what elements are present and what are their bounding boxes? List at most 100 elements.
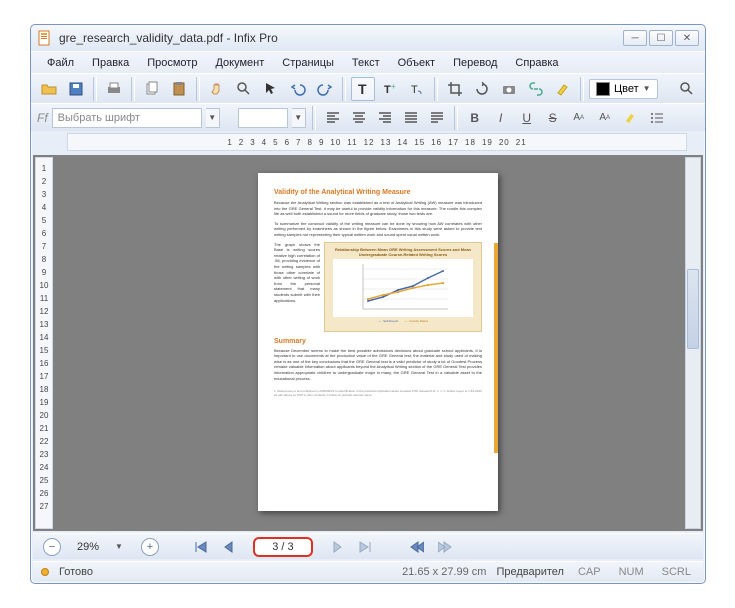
status-bar: Готово 21.65 x 27.99 cm Предварител CAP … bbox=[33, 561, 703, 581]
align-center-button[interactable] bbox=[348, 107, 370, 129]
align-justify-button[interactable] bbox=[400, 107, 422, 129]
document-canvas[interactable]: Validity of the Analytical Writing Measu… bbox=[53, 155, 703, 531]
first-page-button[interactable] bbox=[191, 538, 211, 556]
zoom-tool[interactable] bbox=[232, 77, 256, 101]
workarea: 1234567891011121314151617181920212223242… bbox=[33, 155, 703, 531]
doc-footnote: 1. References to text published in 2020/… bbox=[274, 389, 482, 397]
status-num: NUM bbox=[615, 566, 648, 578]
page-indicator[interactable]: 3 / 3 bbox=[253, 537, 313, 557]
menu-file[interactable]: Файл bbox=[39, 54, 82, 72]
strike-button[interactable]: S bbox=[542, 107, 564, 129]
align-right-button[interactable] bbox=[374, 107, 396, 129]
zoom-out-button[interactable]: − bbox=[43, 538, 61, 556]
italic-button[interactable]: I bbox=[490, 107, 512, 129]
doc-para-1: Because the Analytical Writing section w… bbox=[274, 200, 482, 217]
window-controls: ─ ☐ ✕ bbox=[623, 30, 699, 46]
menubar: Файл Правка Просмотр Документ Страницы Т… bbox=[31, 51, 705, 73]
chart-legend: Self-Report Faculty Rated bbox=[329, 319, 477, 323]
font-family-dropdown[interactable]: ▼ bbox=[206, 108, 220, 128]
save-button[interactable] bbox=[64, 77, 88, 101]
undo-button[interactable] bbox=[286, 77, 310, 101]
hand-tool[interactable] bbox=[205, 77, 229, 101]
minimize-button[interactable]: ─ bbox=[623, 30, 647, 46]
font-family-select[interactable]: Выбрать шрифт bbox=[52, 108, 202, 128]
menu-text[interactable]: Текст bbox=[344, 54, 388, 72]
text-tool[interactable]: T bbox=[351, 77, 375, 101]
status-ready: Готово bbox=[59, 566, 93, 578]
rotate-tool[interactable] bbox=[470, 77, 494, 101]
back-view-button[interactable] bbox=[407, 538, 427, 556]
zoom-dropdown[interactable]: ▼ bbox=[115, 542, 123, 551]
font-size-dropdown[interactable]: ▼ bbox=[292, 108, 306, 128]
menu-pages[interactable]: Страницы bbox=[274, 54, 342, 72]
status-scrl: SCRL bbox=[658, 566, 695, 578]
text-linked-tool[interactable]: T bbox=[405, 77, 429, 101]
vertical-scrollbar[interactable] bbox=[685, 157, 701, 529]
copy-button[interactable] bbox=[140, 77, 164, 101]
chart-title: Relationship Between Mean GRE Writing As… bbox=[329, 247, 477, 257]
crop-tool[interactable] bbox=[443, 77, 467, 101]
app-icon bbox=[37, 30, 53, 46]
close-button[interactable]: ✕ bbox=[675, 30, 699, 46]
font-icon: Ff bbox=[37, 111, 48, 125]
camera-tool[interactable] bbox=[497, 77, 521, 101]
font-toolbar: Ff Выбрать шрифт ▼ ▼ B I U S AA AA bbox=[31, 103, 705, 131]
titlebar[interactable]: gre_research_validity_data.pdf - Infix P… bbox=[31, 25, 705, 51]
color-label: Цвет bbox=[614, 83, 639, 95]
menu-translate[interactable]: Перевод bbox=[445, 54, 505, 72]
page-accent-bar bbox=[494, 243, 498, 453]
print-button[interactable] bbox=[102, 77, 126, 101]
align-justify-last-button[interactable] bbox=[426, 107, 448, 129]
open-button[interactable] bbox=[37, 77, 61, 101]
window-title: gre_research_validity_data.pdf - Infix P… bbox=[59, 31, 623, 45]
svg-text:T: T bbox=[384, 84, 391, 96]
zoom-in-button[interactable]: + bbox=[141, 538, 159, 556]
subscript-button[interactable]: AA bbox=[594, 107, 616, 129]
vertical-ruler: 1234567891011121314151617181920212223242… bbox=[35, 157, 53, 529]
menu-object[interactable]: Объект bbox=[390, 54, 443, 72]
menu-help[interactable]: Справка bbox=[507, 54, 566, 72]
last-page-button[interactable] bbox=[355, 538, 375, 556]
doc-para-left: The graph shows the Base is writing scor… bbox=[274, 242, 320, 328]
navigation-bar: − 29% ▼ + 3 / 3 bbox=[33, 533, 703, 559]
doc-para-2: To summarize the construct validity of t… bbox=[274, 221, 482, 238]
pdf-page[interactable]: Validity of the Analytical Writing Measu… bbox=[258, 173, 498, 511]
paste-button[interactable] bbox=[167, 77, 191, 101]
underline-button[interactable]: U bbox=[516, 107, 538, 129]
status-cap: CAP bbox=[574, 566, 605, 578]
doc-para-summary: Because December seems to make the best … bbox=[274, 348, 482, 382]
redo-button[interactable] bbox=[313, 77, 337, 101]
doc-heading-1: Validity of the Analytical Writing Measu… bbox=[274, 189, 482, 196]
status-preview[interactable]: Предварител bbox=[496, 566, 564, 578]
text-plus-tool[interactable]: T+ bbox=[378, 77, 402, 101]
color-picker[interactable]: Цвет ▼ bbox=[589, 79, 658, 99]
highlight-text-button[interactable] bbox=[620, 107, 642, 129]
maximize-button[interactable]: ☐ bbox=[649, 30, 673, 46]
forward-view-button[interactable] bbox=[435, 538, 455, 556]
menu-document[interactable]: Документ bbox=[207, 54, 272, 72]
svg-text:T: T bbox=[411, 84, 418, 96]
zoom-value[interactable]: 29% bbox=[69, 541, 107, 553]
svg-text:+: + bbox=[391, 82, 396, 91]
pointer-tool[interactable] bbox=[259, 77, 283, 101]
list-button[interactable] bbox=[646, 107, 668, 129]
color-swatch bbox=[596, 82, 610, 96]
bold-button[interactable]: B bbox=[464, 107, 486, 129]
chart-plot bbox=[333, 259, 473, 317]
menu-edit[interactable]: Правка bbox=[84, 54, 137, 72]
next-page-button[interactable] bbox=[327, 538, 347, 556]
highlight-tool[interactable] bbox=[551, 77, 575, 101]
status-indicator-icon bbox=[41, 568, 49, 576]
horizontal-ruler: 123456789101112131415161718192021 bbox=[67, 133, 687, 151]
superscript-button[interactable]: AA bbox=[568, 107, 590, 129]
svg-text:T: T bbox=[358, 81, 367, 97]
font-size-select[interactable] bbox=[238, 108, 288, 128]
prev-page-button[interactable] bbox=[219, 538, 239, 556]
link-tool[interactable] bbox=[524, 77, 548, 101]
search-button[interactable] bbox=[675, 77, 699, 101]
chart-container: Relationship Between Mean GRE Writing As… bbox=[324, 242, 482, 332]
scrollbar-thumb[interactable] bbox=[687, 269, 699, 349]
menu-view[interactable]: Просмотр bbox=[139, 54, 205, 72]
app-window: gre_research_validity_data.pdf - Infix P… bbox=[30, 24, 706, 584]
align-left-button[interactable] bbox=[322, 107, 344, 129]
